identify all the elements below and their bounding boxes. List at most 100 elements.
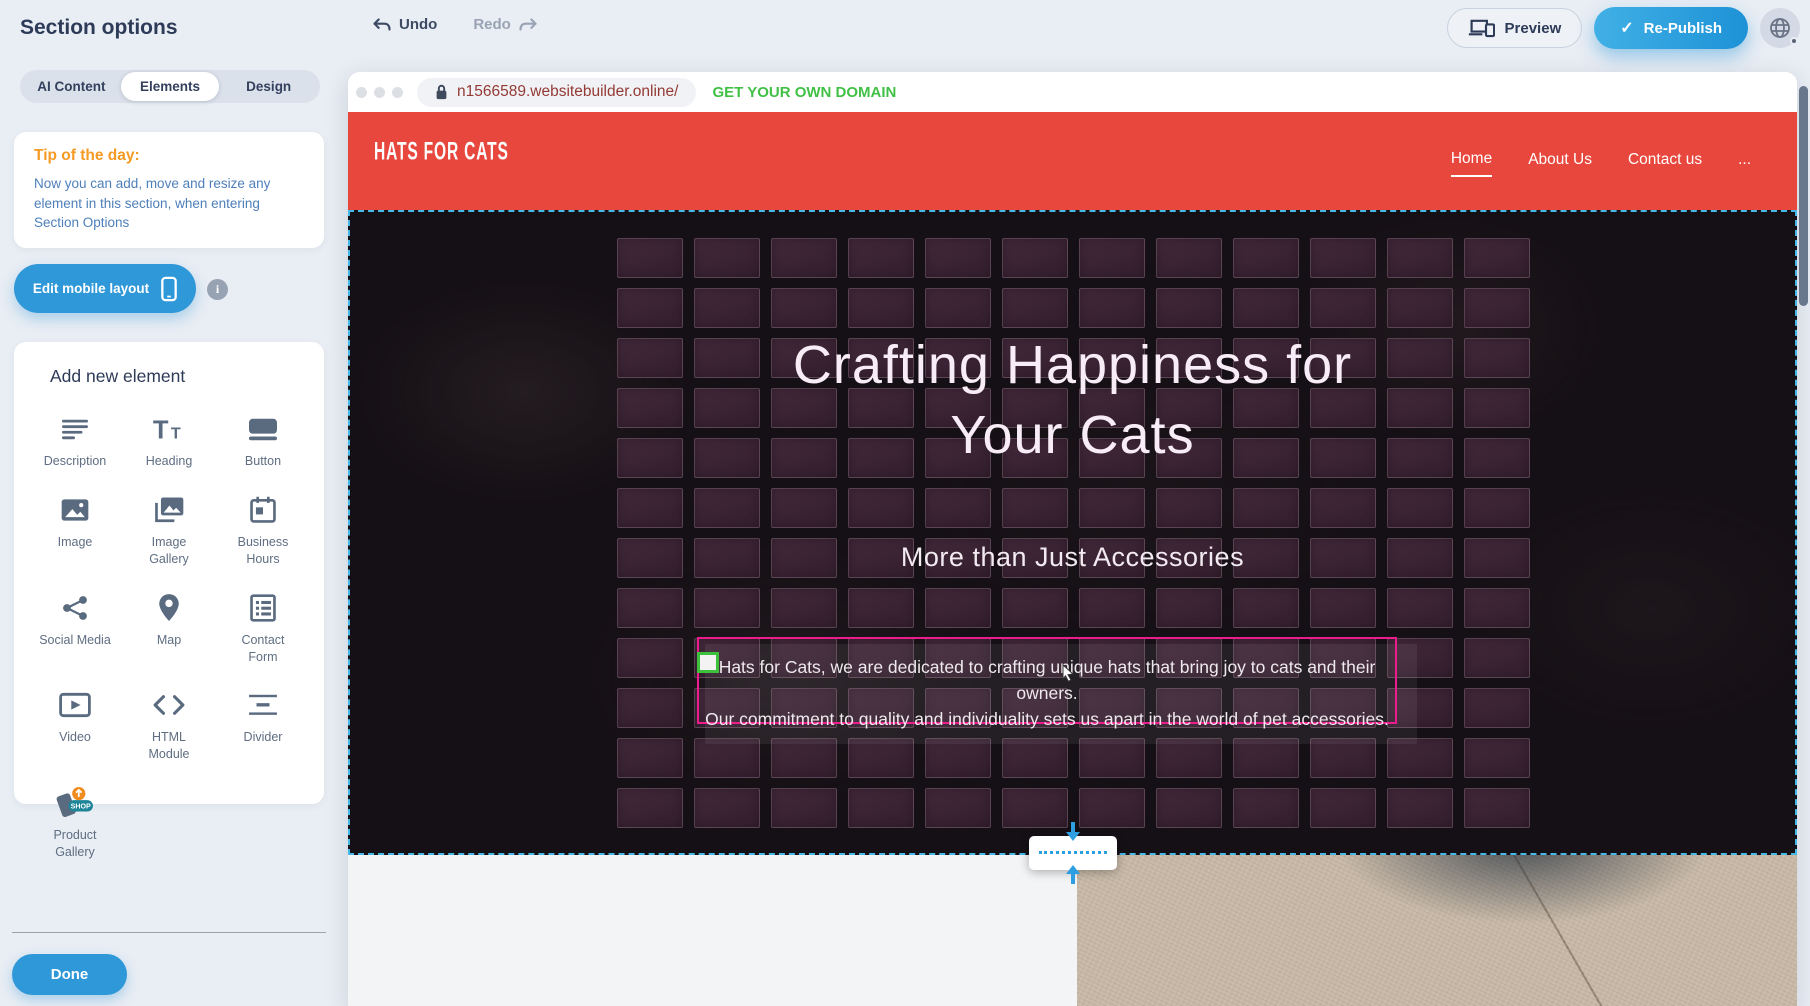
url-bar[interactable]: n1566589.websitebuilder.online/ xyxy=(417,78,696,107)
get-domain-link[interactable]: GET YOUR OWN DOMAIN xyxy=(712,84,896,101)
map-pin-icon xyxy=(156,592,182,624)
element-contact-form[interactable]: Contact Form xyxy=(216,592,310,666)
tab-ai-content[interactable]: AI Content xyxy=(22,72,121,101)
hero-tile xyxy=(1233,238,1299,278)
hero-tile xyxy=(771,788,837,828)
lock-icon xyxy=(435,84,448,100)
undo-button[interactable]: Undo xyxy=(372,16,437,33)
hero-tile xyxy=(925,738,991,778)
heading-icon: TT xyxy=(151,413,187,445)
hero-subtitle: More than Just Accessories xyxy=(350,542,1795,573)
site-url: n1566589.websitebuilder.online/ xyxy=(457,83,678,101)
hero-tile xyxy=(617,688,683,728)
hero-tile xyxy=(617,238,683,278)
image-icon xyxy=(59,494,91,526)
done-button[interactable]: Done xyxy=(12,954,127,995)
edit-mobile-label: Edit mobile layout xyxy=(33,281,149,296)
element-image[interactable]: Image xyxy=(28,494,122,568)
nav-item-aboutus[interactable]: About Us xyxy=(1528,151,1592,171)
description-element-selected[interactable]: Hats for Cats, we are dedicated to craft… xyxy=(697,637,1397,724)
element-label: Divider xyxy=(244,729,283,746)
element-video[interactable]: Video xyxy=(28,689,122,763)
element-description[interactable]: Description xyxy=(28,413,122,470)
divider-icon xyxy=(246,689,280,721)
hero-title-line2: Your Cats xyxy=(350,400,1795,470)
undo-icon xyxy=(372,17,392,32)
element-map[interactable]: Map xyxy=(122,592,216,666)
business-hours-icon xyxy=(248,494,278,526)
add-new-element-card: Add new element DescriptionTTHeadingButt… xyxy=(14,342,324,804)
nav-item-home[interactable]: Home xyxy=(1451,150,1492,177)
resize-arrow-down-icon xyxy=(1066,832,1080,841)
hero-tile xyxy=(1156,788,1222,828)
devices-icon xyxy=(1468,17,1495,39)
undo-redo-group: Undo Redo xyxy=(372,16,538,33)
hero-tile xyxy=(1156,488,1222,528)
nav-item-contactus[interactable]: Contact us xyxy=(1628,151,1702,171)
site-header: HATS FOR CATS Home About Us Contact us... xyxy=(348,112,1797,210)
site-logo[interactable]: HATS FOR CATS xyxy=(374,139,509,168)
redo-button[interactable]: Redo xyxy=(473,16,538,33)
element-social-media[interactable]: Social Media xyxy=(28,592,122,666)
next-section-floor-image[interactable] xyxy=(1077,855,1797,1006)
hero-tile xyxy=(694,238,760,278)
hero-tile xyxy=(694,488,760,528)
hero-tile xyxy=(771,738,837,778)
description-line2: Our commitment to quality and individual… xyxy=(699,706,1395,732)
tab-elements[interactable]: Elements xyxy=(121,72,220,101)
hero-tile xyxy=(848,738,914,778)
video-icon xyxy=(58,689,92,721)
hero-tile xyxy=(1079,288,1145,328)
tab-design[interactable]: Design xyxy=(219,72,318,101)
image-gallery-icon xyxy=(152,494,186,526)
redo-label: Redo xyxy=(473,16,511,33)
republish-label: Re-Publish xyxy=(1644,20,1722,37)
hero-tile xyxy=(1079,488,1145,528)
hero-tile xyxy=(925,488,991,528)
hero-title-line1: Crafting Happiness for xyxy=(350,330,1795,400)
element-heading[interactable]: TTHeading xyxy=(122,413,216,470)
nav-item-[interactable]: ... xyxy=(1738,151,1751,171)
hero-tile xyxy=(1233,588,1299,628)
hero-tile xyxy=(1002,238,1068,278)
preview-button[interactable]: Preview xyxy=(1447,8,1583,48)
section-resize-handle[interactable] xyxy=(1029,836,1117,870)
hero-tile xyxy=(1464,688,1530,728)
hero-tile xyxy=(617,638,683,678)
hero-tile xyxy=(1002,288,1068,328)
hero-tile xyxy=(848,588,914,628)
hero-tile xyxy=(1387,288,1453,328)
language-globe-button[interactable] xyxy=(1760,8,1800,48)
svg-text:T: T xyxy=(171,424,181,442)
hero-tile xyxy=(694,738,760,778)
element-html-module[interactable]: HTML Module xyxy=(122,689,216,763)
hero-tile xyxy=(1310,588,1376,628)
republish-button[interactable]: ✓ Re-Publish xyxy=(1594,7,1748,49)
product-gallery-icon: SHOP xyxy=(53,787,97,819)
description-drag-handle[interactable] xyxy=(697,652,719,673)
button-icon xyxy=(246,413,280,445)
redo-icon xyxy=(518,17,538,32)
element-divider[interactable]: Divider xyxy=(216,689,310,763)
hero-tile xyxy=(848,788,914,828)
hero-tile xyxy=(1233,488,1299,528)
hero-tile xyxy=(617,788,683,828)
preview-label: Preview xyxy=(1505,20,1562,37)
element-image-gallery[interactable]: Image Gallery xyxy=(122,494,216,568)
hero-tile xyxy=(1464,638,1530,678)
element-button[interactable]: Button xyxy=(216,413,310,470)
edit-mobile-layout-button[interactable]: Edit mobile layout xyxy=(14,264,196,313)
hero-tile xyxy=(771,238,837,278)
vertical-scrollbar[interactable] xyxy=(1799,86,1808,306)
tip-of-the-day-card: Tip of the day: Now you can add, move an… xyxy=(14,132,324,248)
svg-text:T: T xyxy=(153,416,169,443)
element-label: Button xyxy=(245,453,281,470)
hero-section-selected[interactable]: Crafting Happiness for Your Cats More th… xyxy=(348,210,1797,855)
element-label: Social Media xyxy=(39,632,111,649)
hero-tile xyxy=(771,488,837,528)
info-icon[interactable]: i xyxy=(207,279,228,300)
element-product-gallery[interactable]: SHOPProduct Gallery xyxy=(28,787,122,861)
element-business-hours[interactable]: Business Hours xyxy=(216,494,310,568)
hero-tile xyxy=(1156,738,1222,778)
next-section-blank-area[interactable] xyxy=(348,855,1077,1006)
